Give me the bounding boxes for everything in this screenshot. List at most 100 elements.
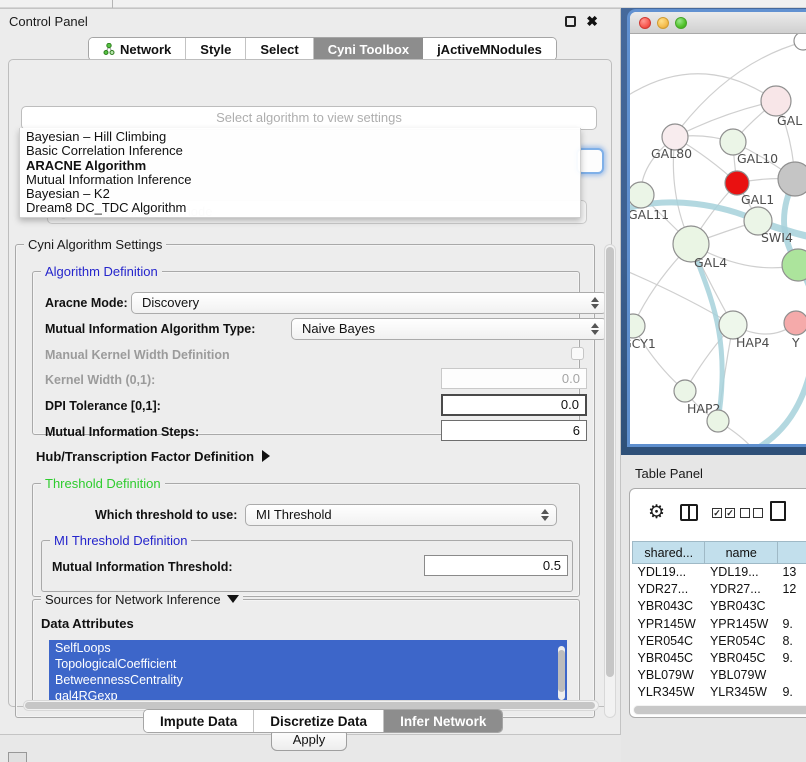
network-node-GAL11[interactable] [630, 182, 654, 208]
data-attributes-label: Data Attributes [41, 616, 134, 631]
node-table[interactable]: shared...nameYDL19...YDL19...13YDR27...Y… [632, 541, 806, 718]
tab-select[interactable]: Select [246, 38, 313, 60]
network-node-green-right[interactable] [782, 249, 806, 281]
algorithm-dropdown-popup: Bayesian – Hill ClimbingBasic Correlatio… [19, 128, 581, 218]
kernel-width-field[interactable]: 0.0 [441, 368, 587, 389]
aracne-mode-label: Aracne Mode: [45, 296, 128, 310]
network-node-top-partial[interactable] [794, 34, 806, 50]
attribute-item[interactable]: SelfLoops [49, 640, 567, 656]
table-row[interactable]: YPR145WYPR145W9. [633, 615, 806, 632]
mi-algorithm-type-value: Naive Bayes [302, 321, 375, 336]
control-panel-tab-bar: NetworkStyleSelect Cyni Toolbox jActiveMNo… [88, 37, 557, 61]
table-cell: YBL079W [633, 667, 705, 684]
mi-threshold-field[interactable]: 0.5 [424, 555, 568, 576]
new-table-icon[interactable] [770, 501, 786, 521]
table-row[interactable]: YLR345WYLR345W9. [633, 684, 806, 701]
algorithm-option[interactable]: Bayesian – K2 [20, 187, 580, 201]
data-attributes-list[interactable]: SelfLoopsTopologicalCoefficientBetweenne… [49, 640, 567, 706]
stepper-arrows-icon [591, 322, 599, 336]
network-node-gray-node[interactable] [778, 162, 806, 196]
settings-vertical-scrollbar[interactable] [604, 244, 616, 718]
zoom-window-icon[interactable] [675, 17, 687, 29]
table-row[interactable]: YER054CYER054C8. [633, 632, 806, 649]
tab-network[interactable]: Network [89, 38, 186, 60]
column-header[interactable]: name [705, 542, 777, 564]
node-label-GAL4: GAL4 [694, 255, 727, 270]
algorithm-option[interactable]: Bayesian – Hill Climbing [20, 130, 580, 144]
network-node-bottom-green[interactable] [707, 410, 729, 432]
tab-label: jActiveMNodules [437, 42, 542, 57]
mi-steps-field[interactable]: 6 [441, 420, 587, 441]
table-hscroll-thumb[interactable] [634, 706, 806, 714]
aracne-mode-combo[interactable]: Discovery [131, 292, 607, 314]
float-window-icon[interactable] [565, 16, 576, 27]
manual-kernel-width-label: Manual Kernel Width Definition [45, 348, 230, 362]
node-label-GAL80: GAL80 [651, 146, 692, 161]
dpi-tolerance-field[interactable]: 0.0 [441, 394, 587, 416]
algorithm-option[interactable]: ARACNE Algorithm [20, 159, 580, 173]
attribute-item[interactable]: TopologicalCoefficient [49, 656, 567, 672]
expanded-arrow-icon [227, 595, 239, 603]
settings-hscroll-thumb[interactable] [25, 702, 595, 709]
table-cell: YPR145W [633, 615, 705, 632]
hub-definition-toggle[interactable]: Hub/Transcription Factor Definition [36, 449, 270, 464]
mi-algorithm-type-combo[interactable]: Naive Bayes [291, 318, 607, 340]
sources-group-title[interactable]: Sources for Network Inference [41, 592, 243, 607]
tab-cyni-toolbox[interactable]: Cyni Toolbox [314, 38, 423, 60]
table-cell [777, 598, 806, 615]
network-node-gal-partial[interactable] [761, 86, 791, 116]
tab-style[interactable]: Style [186, 38, 246, 60]
cyni-algorithm-settings-group: Cyni Algorithm Settings Algorithm Defini… [15, 244, 595, 718]
algorithm-select-combo[interactable]: Select algorithm to view settings [21, 106, 597, 130]
table-cell: 9. [777, 649, 806, 666]
check-all-icon[interactable]: ✓✓ [712, 508, 735, 518]
table-row[interactable]: YBR045CYBR045C9. [633, 649, 806, 666]
network-node-HAP2[interactable] [674, 380, 696, 402]
table-row[interactable]: YDR27...YDR27...12 [633, 581, 806, 598]
uncheck-all-icon[interactable] [740, 508, 763, 518]
attribute-item[interactable]: BetweennessCentrality [49, 672, 567, 688]
table-cell: 12 [777, 581, 806, 598]
minimized-panel-chip[interactable] [8, 752, 27, 762]
table-cell: YBR043C [633, 598, 705, 615]
tab-infer-network[interactable]: Infer Network [384, 710, 502, 732]
tab-impute-data[interactable]: Impute Data [144, 710, 254, 732]
minimize-window-icon[interactable] [657, 17, 669, 29]
gear-icon[interactable]: ⚙ [648, 501, 665, 524]
table-row[interactable]: YBL079WYBL079W [633, 667, 806, 684]
algorithm-option[interactable]: Basic Correlation Inference [20, 144, 580, 158]
which-threshold-combo[interactable]: MI Threshold [245, 504, 557, 526]
close-window-icon[interactable] [639, 17, 651, 29]
table-row[interactable]: YDL19...YDL19...13 [633, 564, 806, 581]
network-icon [103, 43, 115, 55]
settings-vscroll-thumb[interactable] [606, 247, 614, 677]
column-layout-icon[interactable] [680, 504, 698, 521]
network-view-window[interactable]: GALGAL80GAL10GAL1GAL11SWI4GAL4GCY1HAP4YH… [630, 12, 806, 444]
table-cell: YDR27... [705, 581, 777, 598]
network-node-GCY1[interactable] [630, 314, 645, 338]
node-label-GAL11: GAL11 [630, 207, 669, 222]
algorithm-option[interactable]: Mutual Information Inference [20, 173, 580, 187]
tab-label: Cyni Toolbox [328, 42, 409, 57]
table-horizontal-scrollbar[interactable] [633, 705, 806, 715]
tab-jactivemnodules[interactable]: jActiveMNodules [423, 38, 556, 60]
attributes-scrollbar[interactable] [558, 646, 565, 700]
tab-discretize-data[interactable]: Discretize Data [254, 710, 384, 732]
table-cell: YLR345W [705, 684, 777, 701]
column-header[interactable]: shared... [633, 542, 705, 564]
table-cell: YLR345W [633, 684, 705, 701]
which-threshold-value: MI Threshold [256, 507, 332, 522]
close-panel-icon[interactable]: ✖ [586, 13, 598, 30]
algorithm-option[interactable]: Dream8 DC_TDC Algorithm [20, 201, 580, 215]
network-node-salmon-node[interactable] [784, 311, 806, 335]
manual-kernel-width-checkbox[interactable] [571, 347, 584, 360]
network-window-titlebar[interactable] [630, 12, 806, 34]
table-cell: YDL19... [705, 564, 777, 581]
table-row[interactable]: YBR043CYBR043C [633, 598, 806, 615]
attributes-scrollbar-thumb[interactable] [558, 650, 565, 692]
column-header[interactable] [777, 542, 806, 564]
network-canvas[interactable]: GALGAL80GAL10GAL1GAL11SWI4GAL4GCY1HAP4YH… [630, 34, 806, 444]
screenshot-root: Control Panel ✖ NetworkStyleSelectCyni T… [0, 0, 806, 762]
collapsed-arrow-icon [262, 450, 270, 462]
table-cell: 9. [777, 615, 806, 632]
